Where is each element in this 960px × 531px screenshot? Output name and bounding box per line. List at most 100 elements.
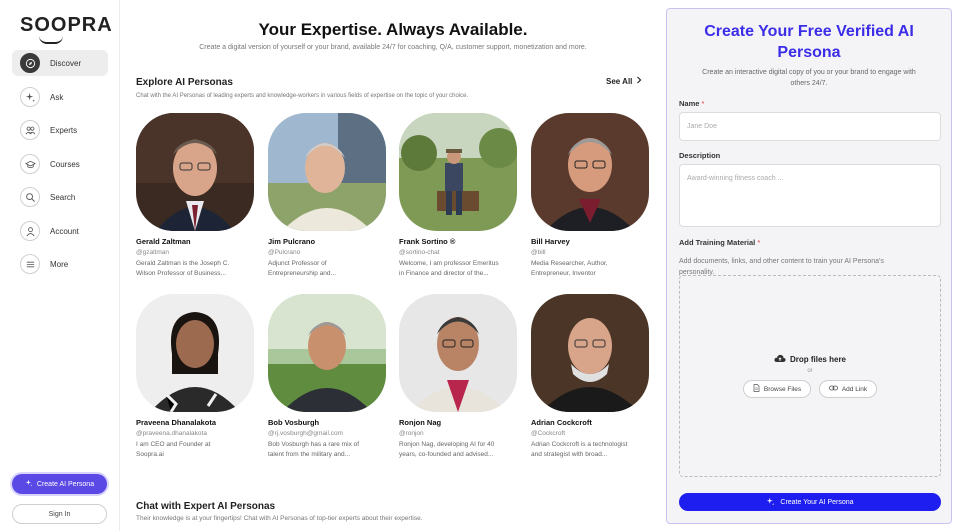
sidebar: SOOPRA Discover Ask Experts Courses Sear… [0,0,120,531]
name-label-text: Name [679,99,700,108]
chat-section-title: Chat with Expert AI Personas [136,501,276,512]
explore-section-subtitle: Chat with the AI Personas of leading exp… [136,93,469,99]
panel-title-line: Persona [777,44,841,61]
persona-description-line: Adrian Cockcroft is a technologist [531,441,628,448]
sign-in-button[interactable]: Sign In [12,504,107,524]
persona-description: Adrian Cockcroft is a technologist and s… [531,440,643,460]
persona-description: I am CEO and Founder at Soopra.ai [136,440,248,460]
app-root: SOOPRA Discover Ask Experts Courses Sear… [0,0,960,531]
persona-handle: @Cockcroft [531,430,566,437]
sparkle-icon [20,87,40,107]
persona-card[interactable]: Gerald Zaltman @gzaltman Gerald Zaltman … [136,113,254,279]
persona-handle: @rj.vosburgh@gmail.com [268,430,343,437]
persona-name: Bob Vosburgh [268,418,320,427]
file-icon [753,384,760,394]
logo-text: SOOPRA [20,14,113,36]
persona-photo[interactable] [531,294,649,412]
persona-description: Welcome, I am professor Emeritus in Fina… [399,259,511,279]
cloud-upload-icon [774,354,786,365]
description-textarea[interactable]: Award-winning fitness coach ... [679,164,941,227]
training-label-text: Add Training Material [679,238,756,247]
or-divider: or [807,368,813,374]
link-icon [828,385,838,393]
persona-photo[interactable] [136,294,254,412]
explore-section-title: Explore AI Personas [136,77,233,88]
persona-name: Ronjon Nag [399,418,442,427]
file-drop-zone[interactable]: Drop files here or Browse Files Add Link [679,275,941,477]
sidebar-item-label: Discover [50,58,82,68]
persona-card[interactable]: Adrian Cockcroft @Cockcroft Adrian Cockc… [531,294,649,460]
persona-name: Gerald Zaltman [136,237,191,246]
search-icon [20,187,40,207]
create-ai-persona-label: Create AI Persona [36,480,95,488]
drop-title: Drop files here [680,354,940,365]
add-link-button[interactable]: Add Link [819,380,877,398]
sparkle-icon [766,497,775,508]
persona-description: Gerald Zaltman is the Joseph C. Wilson P… [136,259,248,279]
sidebar-item-search[interactable]: Search [12,184,108,210]
persona-description-line: Welcome, I am professor Emeritus [399,260,499,267]
persona-handle: @sortino-chat [399,249,440,256]
persona-name: Frank Sortino ® [399,237,456,246]
see-all-link[interactable]: See All [606,76,642,86]
persona-card[interactable]: Praveena Dhanalakota @praveena.dhanalako… [136,294,254,460]
persona-card[interactable]: Ronjon Nag @ronjon Ronjon Nag, developin… [399,294,517,460]
required-mark: * [701,99,705,108]
persona-name: Praveena Dhanalakota [136,418,217,427]
panel-subtitle: Create an interactive digital copy of yo… [681,67,937,89]
persona-name: Jim Pulcrano [268,237,316,246]
create-ai-persona-button[interactable]: Create AI Persona [12,474,107,494]
persona-description-line: and strategist with broad... [531,451,608,458]
create-your-ai-persona-button[interactable]: Create Your AI Persona [679,493,941,511]
sidebar-item-courses[interactable]: Courses [12,151,108,177]
persona-handle: @praveena.dhanalakota [136,430,207,437]
sidebar-item-label: Ask [50,92,64,102]
soopra-logo[interactable]: SOOPRA [20,14,113,44]
persona-description-line: Gerald Zaltman is the Joseph C. [136,260,230,267]
sidebar-item-more[interactable]: More [12,251,108,277]
persona-card[interactable]: Jim Pulcrano @Pulcrano Adjunct Professor… [268,113,386,279]
training-help-line: Add documents, links, and other content … [679,258,884,265]
browse-files-label: Browse Files [763,385,802,393]
persona-description-line: Media Researcher, Author, [531,260,608,267]
sidebar-item-label: Experts [50,125,78,135]
hero-title: Your Expertise. Always Available. [258,20,528,39]
persona-photo[interactable] [136,113,254,231]
persona-description: Adjunct Professor of Entrepreneurship an… [268,259,380,279]
sidebar-item-discover[interactable]: Discover [12,50,108,76]
menu-icon [20,254,40,274]
sidebar-item-label: Account [50,226,79,236]
browse-files-button[interactable]: Browse Files [743,380,811,398]
required-mark: * [757,238,761,247]
name-input[interactable]: Jane Doe [679,112,941,141]
persona-card[interactable]: Frank Sortino ® @sortino-chat Welcome, I… [399,113,517,279]
persona-description-line: Entrepreneur, Inventor [531,270,596,277]
create-persona-panel: Create Your Free Verified AI Persona Cre… [666,8,952,524]
add-link-label: Add Link [841,385,868,393]
persona-photo[interactable] [399,113,517,231]
persona-photo[interactable] [268,294,386,412]
sidebar-item-experts[interactable]: Experts [12,117,108,143]
sidebar-item-account[interactable]: Account [12,218,108,244]
people-icon [20,120,40,140]
persona-description-line: Ronjon Nag, developing AI for 40 [399,441,495,448]
persona-description: Ronjon Nag, developing AI for 40 years, … [399,440,511,460]
persona-name: Bill Harvey [531,237,570,246]
persona-card[interactable]: Bob Vosburgh @rj.vosburgh@gmail.com Bob … [268,294,386,460]
panel-subtitle-line: others 24/7. [790,80,828,87]
description-label: Description [679,151,721,160]
sign-in-label: Sign In [48,510,71,518]
persona-handle: @Pulcrano [268,249,301,256]
graduation-cap-icon [20,154,40,174]
persona-description-line: Adjunct Professor of [268,260,327,267]
panel-title: Create Your Free Verified AI Persona [667,21,951,63]
persona-card[interactable]: Bill Harvey @bill Media Researcher, Auth… [531,113,649,279]
see-all-label: See All [606,76,633,86]
sidebar-item-label: Search [50,192,76,202]
sidebar-item-ask[interactable]: Ask [12,84,108,110]
sidebar-item-label: Courses [50,159,80,169]
persona-photo[interactable] [268,113,386,231]
persona-photo[interactable] [531,113,649,231]
persona-photo[interactable] [399,294,517,412]
logo-smile-mark [39,36,63,44]
